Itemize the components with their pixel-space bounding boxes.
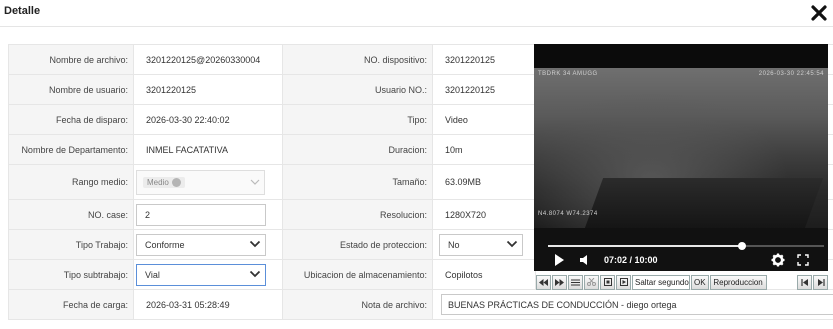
cell-tipo-subtrabajo: Vial <box>134 260 283 289</box>
value-tamano: 63.09MB <box>433 165 536 199</box>
label-nota-archivo: Nota de archivo: <box>283 290 433 319</box>
rango-medio-tag-label: Medio <box>147 177 169 187</box>
label-departamento: Nombre de Departamento: <box>9 135 134 164</box>
label-fecha-disparo: Fecha de disparo: <box>9 105 134 134</box>
video-progress-bar[interactable] <box>548 242 824 250</box>
label-tipo-trabajo: Tipo Trabajo: <box>9 230 134 259</box>
label-no-dispositivo: NO. dispositivo: <box>283 45 433 74</box>
value-nombre-usuario: 3201220125 <box>134 75 283 104</box>
label-ubicacion: Ubicacion de almacenamiento: <box>283 260 433 289</box>
value-duracion: 10m <box>433 135 536 164</box>
label-usuario-no: Usuario NO.: <box>283 75 433 104</box>
value-nombre-archivo: 3201220125@20260330004 <box>134 45 283 74</box>
skip-end-icon[interactable] <box>813 274 828 290</box>
video-time: 07:02 / 10:00 <box>604 255 658 265</box>
fullscreen-icon[interactable] <box>796 253 810 267</box>
osd-timestamp: 2026-03-30 22:45:54 <box>758 71 824 77</box>
chevron-down-icon <box>506 239 518 251</box>
value-departamento: INMEL FACATATIVA <box>134 135 283 164</box>
label-no-case: NO. case: <box>9 200 134 229</box>
chevron-down-icon <box>249 269 261 281</box>
ok-button[interactable]: OK <box>691 274 709 290</box>
estado-proteccion-select[interactable]: No <box>439 233 523 256</box>
rango-medio-select[interactable]: Medio <box>136 169 265 195</box>
player-toolbar: Saltar segundo OK Reproduccion <box>536 274 828 290</box>
video-progress-fill <box>548 245 742 247</box>
label-nombre-usuario: Nombre de usuario: <box>9 75 134 104</box>
close-icon[interactable] <box>808 2 830 24</box>
label-tamano: Tamaño: <box>283 165 433 199</box>
osd-top-left: TBDRK 34 AMUGG <box>538 71 598 77</box>
tipo-subtrabajo-value: Vial <box>145 269 160 280</box>
label-fecha-carga: Fecha de carga: <box>9 290 134 319</box>
label-resolucion: Resolucion: <box>283 200 433 229</box>
frame-forward-icon[interactable] <box>616 274 631 290</box>
value-usuario-no: 3201220125 <box>433 75 536 104</box>
fast-forward-icon[interactable] <box>552 274 567 290</box>
value-resolucion: 1280X720 <box>433 200 536 229</box>
tipo-subtrabajo-select[interactable]: Vial <box>136 263 266 286</box>
tag-remove-icon[interactable] <box>171 177 181 187</box>
rewind-icon[interactable] <box>536 274 551 290</box>
label-rango-medio: Rango medio: <box>9 165 134 199</box>
gear-icon[interactable] <box>770 252 786 268</box>
label-nombre-archivo: Nombre de archivo: <box>9 45 134 74</box>
row-fecha-carga: Fecha de carga: 2026-03-31 05:28:49 Nota… <box>9 290 833 320</box>
cell-tipo-trabajo: Conforme <box>134 230 283 259</box>
estado-proteccion-value: No <box>448 239 460 250</box>
label-estado-proteccion: Estado de proteccion: <box>283 230 433 259</box>
label-duracion: Duracion: <box>283 135 433 164</box>
value-tipo: Video <box>433 105 536 134</box>
value-ubicacion: Copilotos <box>433 260 536 289</box>
skip-seconds-input[interactable]: Saltar segundo <box>632 274 690 290</box>
cut-icon[interactable] <box>584 274 599 290</box>
no-case-input[interactable]: 2 <box>136 203 266 226</box>
video-frame <box>534 68 828 228</box>
video-progress-knob[interactable] <box>737 242 746 250</box>
cell-no-case: 2 <box>134 200 283 229</box>
play-icon[interactable] <box>552 253 566 267</box>
nota-archivo-input[interactable]: BUENAS PRÁCTICAS DE CONDUCCIÓN - diego o… <box>441 294 833 315</box>
chevron-down-icon <box>250 178 260 188</box>
video-player[interactable]: TBDRK 34 AMUGG 2026-03-30 22:45:54 N4.80… <box>534 44 828 271</box>
skip-start-icon[interactable] <box>797 274 812 290</box>
value-fecha-carga: 2026-03-31 05:28:49 <box>134 290 283 319</box>
cell-estado-proteccion: No <box>433 230 536 259</box>
cell-rango-medio: Medio <box>134 165 283 199</box>
dialog-title: Detalle <box>4 5 41 17</box>
volume-icon[interactable] <box>578 253 592 267</box>
list-icon[interactable] <box>568 274 583 290</box>
label-tipo: Tipo: <box>283 105 433 134</box>
cell-nota-archivo: BUENAS PRÁCTICAS DE CONDUCCIÓN - diego o… <box>433 290 833 319</box>
tipo-trabajo-select[interactable]: Conforme <box>136 233 266 256</box>
playback-button[interactable]: Reproduccion <box>709 274 767 290</box>
frame-back-icon[interactable] <box>600 274 615 290</box>
value-no-dispositivo: 3201220125 <box>433 45 536 74</box>
dialog-header: Detalle <box>0 0 833 27</box>
value-fecha-disparo: 2026-03-30 22:40:02 <box>134 105 283 134</box>
rango-medio-tag: Medio <box>143 176 185 188</box>
label-tipo-subtrabajo: Tipo subtrabajo: <box>9 260 134 289</box>
tipo-trabajo-value: Conforme <box>145 239 185 250</box>
osd-gps: N4.8074 W74.2374 <box>538 211 598 217</box>
chevron-down-icon <box>249 239 261 251</box>
